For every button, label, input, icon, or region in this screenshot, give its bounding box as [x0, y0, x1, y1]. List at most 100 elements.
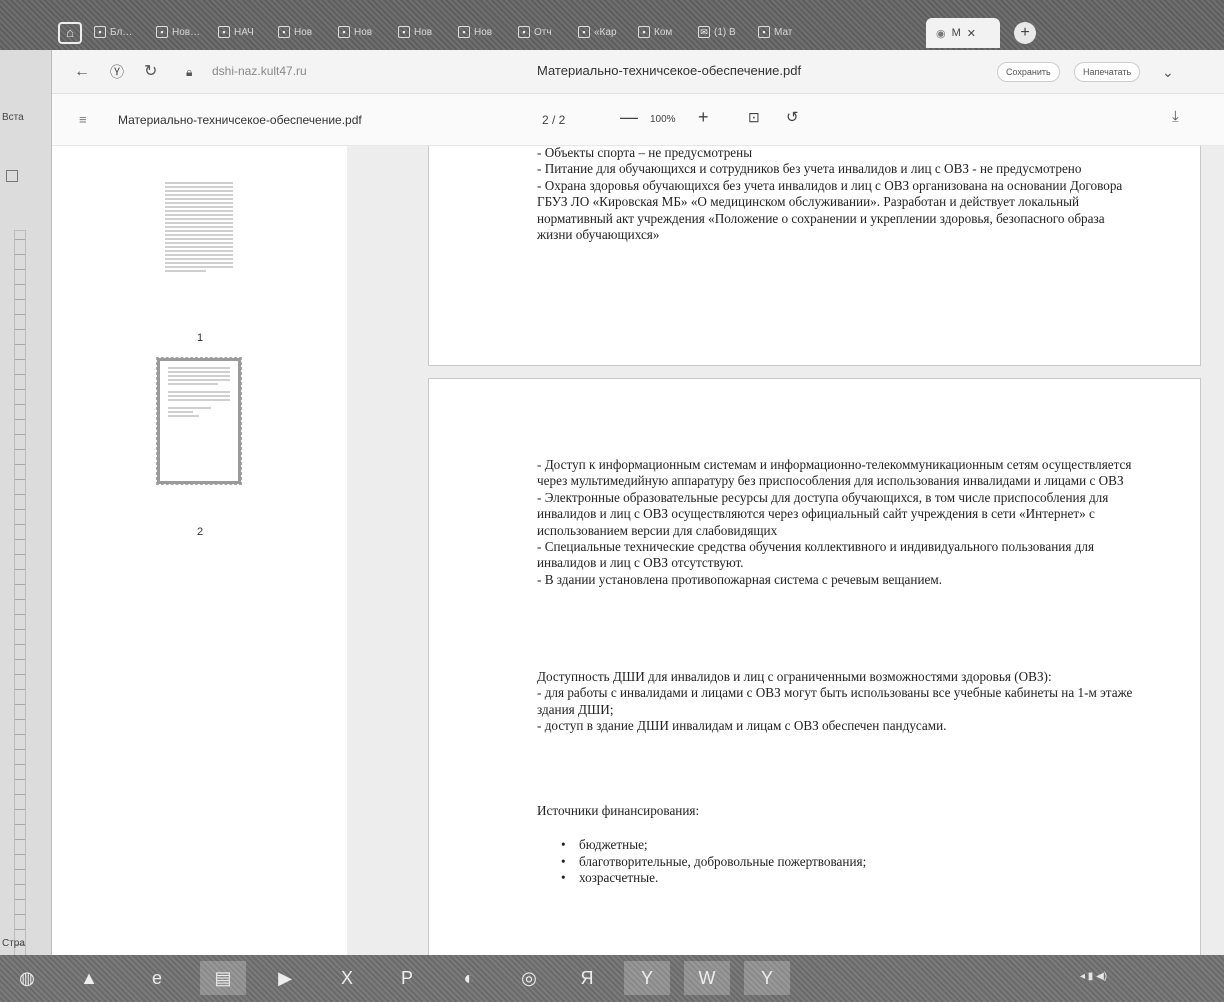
doc-icon: ▪ — [94, 26, 106, 38]
tab-3[interactable]: ▪ Нов — [272, 18, 324, 46]
system-tray[interactable]: ◂ ▮ ◀︎) — [1080, 971, 1107, 982]
tab-1[interactable]: ▪ Нов… — [150, 18, 202, 46]
page2-paragraph: Доступность ДШИ для инвалидов и лиц с ог… — [537, 669, 1052, 684]
new-tab-button[interactable]: + — [1014, 22, 1036, 44]
page2-availability-block: Доступность ДШИ для инвалидов и лиц с ог… — [537, 669, 1137, 735]
yandex-logo-icon[interactable]: Ⓨ — [110, 62, 124, 82]
page2-paragraph: - доступ в здание ДШИ инвалидам и лицам … — [537, 718, 947, 734]
taskbar: ◍ ▲ e ▤ ▶ X P ◐ ◎ Я Y W Y ◂ ▮ ◀︎) — [0, 955, 1224, 1002]
funding-item: бюджетные; — [561, 837, 1137, 854]
url-field[interactable]: dshi-naz.kult47.ru — [212, 64, 307, 78]
app-icon[interactable]: ◐ — [452, 961, 486, 995]
doc-icon: ▪ — [518, 26, 530, 38]
zoom-out-button[interactable]: — — [620, 107, 638, 128]
back-icon[interactable]: ← — [74, 62, 90, 82]
ie-icon[interactable]: e — [140, 961, 174, 995]
page2-paragraph: - Доступ к информационным системам и инф… — [537, 457, 1132, 489]
page-thumbnail-2[interactable] — [156, 357, 242, 485]
thumbnail-text — [165, 182, 233, 274]
tab-4[interactable]: ▪ Нов — [332, 18, 384, 46]
doc-icon: ▪ — [156, 26, 168, 38]
menu-icon[interactable]: ≡ — [79, 112, 87, 127]
funding-list: бюджетные; благотворительные, добровольн… — [537, 837, 1137, 887]
page2-access-block: - Доступ к информационным системам и инф… — [537, 457, 1137, 588]
page-indicator[interactable]: 2 / 2 — [542, 113, 565, 127]
page1-paragraph: - Питание для обучающихся и сотрудников … — [537, 161, 1082, 177]
folder-icon[interactable]: ▤ — [200, 961, 246, 995]
tab-9[interactable]: ▪ Ком — [632, 18, 684, 46]
tab-2[interactable]: ▪ НАЧ — [212, 18, 264, 46]
chrome-icon[interactable]: ◎ — [512, 961, 546, 995]
pdf-viewer[interactable]: - Объекты спорта – не предусмотрены - Пи… — [348, 146, 1224, 955]
yandex-browser-icon[interactable]: Y — [744, 961, 790, 995]
yandex-icon[interactable]: Я — [570, 961, 604, 995]
page2-paragraph: - Электронные образовательные ресурсы дл… — [537, 489, 1109, 538]
page2-paragraph: - для работы с инвалидами и лицами с ОВЗ… — [537, 685, 1133, 717]
funding-item: хозрасчетные. — [561, 870, 1137, 887]
page2-paragraph: - В здании установлена противопожарная с… — [537, 571, 943, 587]
word-icon[interactable]: W — [684, 961, 730, 995]
doc-icon: ▪ — [578, 26, 590, 38]
powerpoint-icon[interactable]: P — [390, 961, 424, 995]
browser-icon[interactable]: ▲ — [72, 961, 106, 995]
page-thumbnail-1[interactable] — [157, 178, 241, 304]
tab-11[interactable]: ▪ Мат — [752, 18, 804, 46]
word-ribbon-label: Вста — [2, 112, 24, 123]
home-icon[interactable]: ⌂ — [58, 22, 82, 44]
page1-paragraph: - Охрана здоровья обучающихся без учета … — [537, 177, 1123, 243]
address-bar: ← Ⓨ ↻ 🔒︎ dshi-naz.kult47.ru Материально-… — [52, 50, 1224, 94]
yandex-browser-icon[interactable]: Y — [624, 961, 670, 995]
browser-window: ← Ⓨ ↻ 🔒︎ dshi-naz.kult47.ru Материально-… — [52, 50, 1224, 955]
tab-5[interactable]: ▪ Нов — [392, 18, 444, 46]
page1-text: - Объекты спорта – не предусмотрены - Пи… — [537, 146, 1137, 243]
rotate-icon[interactable]: ↺ — [786, 108, 799, 126]
tab-active[interactable]: ◉ М ✕ — [926, 18, 1000, 48]
tab-10[interactable]: ✉ (1) В — [692, 18, 744, 46]
fit-page-icon[interactable]: ⊡ — [748, 109, 760, 126]
start-icon[interactable]: ◍ — [10, 961, 44, 995]
doc-icon: ▪ — [398, 26, 410, 38]
word-icon-small — [6, 170, 18, 182]
page1-paragraph: - Объекты спорта – не предусмотрены — [537, 146, 753, 160]
tab-8[interactable]: ▪ «Кар — [572, 18, 624, 46]
media-icon[interactable]: ▶ — [268, 961, 302, 995]
page2-funding-block: Источники финансирования: бюджетные; бла… — [537, 803, 1137, 887]
mail-icon: ✉ — [698, 26, 710, 38]
zoom-level[interactable]: 100% — [650, 114, 676, 125]
reload-icon[interactable]: ↻ — [144, 62, 157, 82]
browser-tab-strip: ⌂ ▪ Бл… ▪ Нов… ▪ НАЧ ▪ Нов ▪ Нов ▪ Нов ▪ Нов ▪ О… — [0, 0, 1224, 50]
download-icon[interactable]: ⤓ — [1172, 108, 1179, 125]
doc-icon: ▪ — [218, 26, 230, 38]
tab-7[interactable]: ▪ Отч — [512, 18, 564, 46]
thumbnail-sidebar: 1 2 — [52, 146, 348, 955]
doc-icon: ▪ — [278, 26, 290, 38]
page2-paragraph: - Специальные технические средства обуче… — [537, 539, 1095, 571]
thumbnail-text — [168, 367, 230, 419]
zoom-in-button[interactable]: + — [698, 107, 709, 128]
thumbnail-number: 1 — [197, 332, 204, 344]
word-status-label: Стра — [2, 938, 25, 949]
doc-icon: ▪ — [338, 26, 350, 38]
pdf-toolbar: ≡ Материально-техничсекое-обеспечение.pd… — [52, 94, 1224, 146]
save-button[interactable]: Сохранить — [997, 62, 1060, 82]
close-tab-icon[interactable]: ✕ — [967, 27, 976, 40]
tab-0[interactable]: ▪ Бл… — [88, 18, 140, 46]
funding-heading: Источники финансирования: — [537, 803, 700, 818]
word-window-edge: Вста Стра — [0, 50, 52, 990]
doc-icon: ▪ — [638, 26, 650, 38]
tab-6[interactable]: ▪ Нов — [452, 18, 504, 46]
excel-icon[interactable]: X — [330, 961, 364, 995]
thumbnail-number: 2 — [197, 526, 204, 538]
print-button[interactable]: Напечатать — [1074, 62, 1141, 82]
chevron-down-icon[interactable]: ⌄ — [1162, 62, 1174, 82]
pdf-page-2: - Доступ к информационным системам и инф… — [428, 378, 1201, 955]
lock-icon[interactable]: 🔒︎ — [186, 62, 192, 82]
vertical-ruler — [14, 230, 26, 990]
doc-icon: ▪ — [458, 26, 470, 38]
tab-favicon-icon: ◉ — [936, 27, 946, 40]
pdf-filename: Материально-техничсекое-обеспечение.pdf — [118, 113, 362, 127]
pdf-page-1: - Объекты спорта – не предусмотрены - Пи… — [428, 146, 1201, 366]
doc-icon: ▪ — [758, 26, 770, 38]
funding-item: благотворительные, добровольные пожертво… — [561, 854, 1137, 871]
page-title: Материально-техничсекое-обеспечение.pdf — [537, 63, 802, 78]
